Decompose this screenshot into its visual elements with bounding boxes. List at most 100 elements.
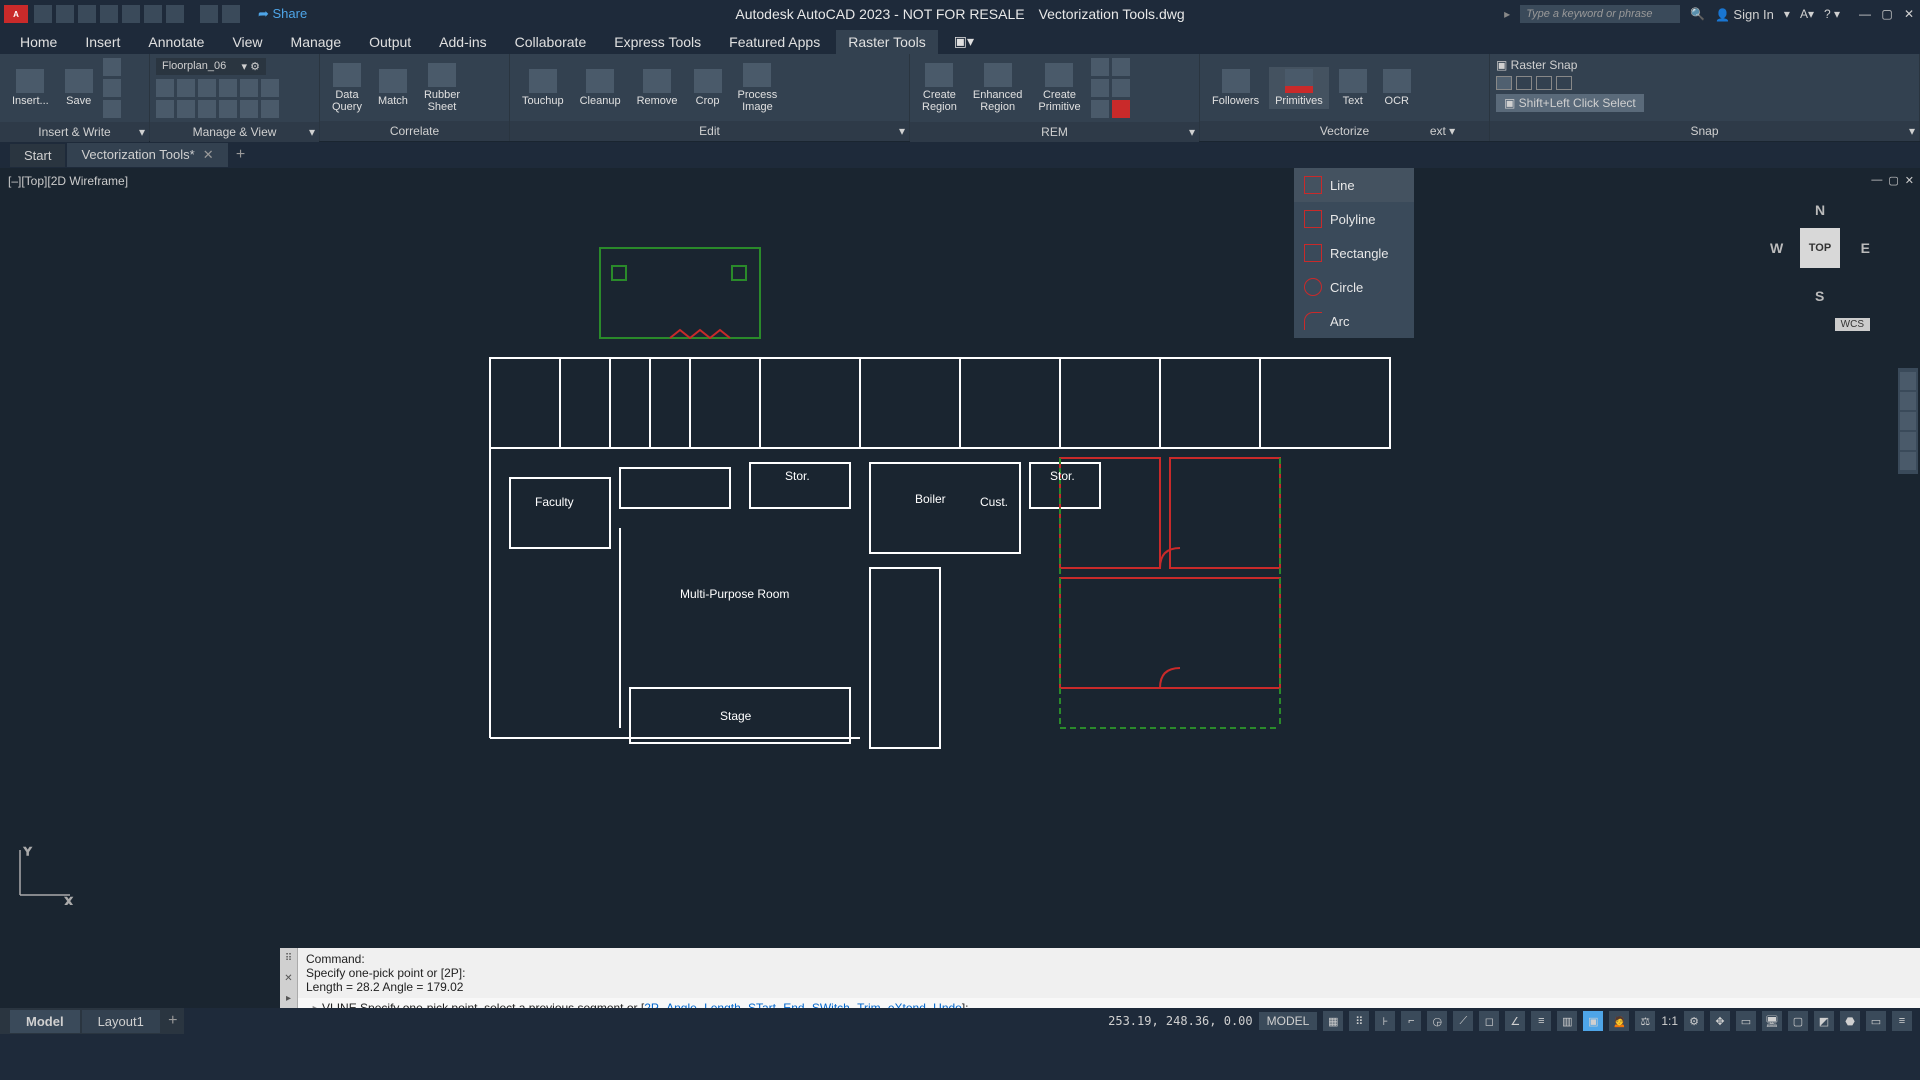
layout-model[interactable]: Model [10,1010,80,1033]
polar-icon[interactable]: ◶ [1427,1011,1447,1031]
mv-3[interactable] [198,79,216,97]
rem-s2[interactable] [1112,58,1130,76]
nav-fullnav-icon[interactable] [1900,372,1916,390]
panel-vectorize[interactable]: Vectorizeext ▾ [1200,121,1489,141]
mv-6[interactable] [261,79,279,97]
crop-button[interactable]: Crop [688,67,728,109]
cleanscreen-icon[interactable]: ▭ [1866,1011,1886,1031]
tab-add-button[interactable]: + [230,146,252,164]
ucs-icon[interactable]: Y X [10,845,80,908]
annomon-icon[interactable]: 🙍 [1609,1011,1629,1031]
iw-small-2[interactable] [103,79,121,97]
remove-button[interactable]: Remove [631,67,684,109]
snap-icon[interactable]: ⠿ [1349,1011,1369,1031]
nav-pan-icon[interactable] [1900,392,1916,410]
qat-new-icon[interactable] [34,5,52,23]
cmd-handle[interactable]: ⠿✕▸ [280,948,298,1008]
qat-saveas-icon[interactable] [100,5,118,23]
scale-display[interactable]: 1:1 [1661,1014,1678,1028]
rem-color-swatch[interactable] [1112,100,1130,118]
nav-orbit-icon[interactable] [1900,432,1916,450]
signin-button[interactable]: 👤 Sign In [1715,7,1774,22]
vp-close-icon[interactable]: ✕ [1905,174,1914,187]
transparency-icon[interactable]: ▥ [1557,1011,1577,1031]
search-input[interactable]: Type a keyword or phrase [1520,5,1680,23]
iw-small-1[interactable] [103,58,121,76]
qat-web-icon[interactable] [122,5,140,23]
gear-icon[interactable]: ⚙ [1684,1011,1704,1031]
customize-icon[interactable]: ≡ [1892,1011,1912,1031]
menu-raster-tools[interactable]: Raster Tools [836,30,938,54]
primitives-button[interactable]: Primitives [1269,67,1329,109]
iw-small-3[interactable] [103,100,121,118]
otrack-icon[interactable]: ∠ [1505,1011,1525,1031]
rubber-sheet-button[interactable]: Rubber Sheet [418,61,466,115]
menu-addins[interactable]: Add-ins [427,30,498,54]
close-button[interactable]: ✕ [1902,7,1916,21]
mv-11[interactable] [240,100,258,118]
navcube-s[interactable]: S [1815,288,1824,304]
qat-print-icon[interactable] [166,5,184,23]
layout-layout1[interactable]: Layout1 [82,1010,160,1033]
match-button[interactable]: Match [372,67,414,109]
snap-mode-4[interactable] [1556,76,1572,90]
vp-minimize-icon[interactable]: — [1871,174,1882,187]
qat-undo-icon[interactable] [200,5,218,23]
insert-button[interactable]: Insert... [6,67,55,109]
command-history[interactable]: Command: Specify one-pick point or [2P]:… [298,948,1920,998]
nav-zoom-icon[interactable] [1900,412,1916,430]
model-space-toggle[interactable]: MODEL [1259,1012,1318,1030]
qat-plot-icon[interactable] [144,5,162,23]
wcs-badge[interactable]: WCS [1835,318,1870,331]
create-primitive-button[interactable]: Create Primitive [1032,61,1086,115]
cleanup-button[interactable]: Cleanup [574,67,627,109]
search-icon[interactable]: 🔍 [1690,7,1705,21]
menu-express-tools[interactable]: Express Tools [602,30,713,54]
navcube-e[interactable]: E [1861,240,1870,256]
primitive-polyline[interactable]: Polyline [1294,202,1414,236]
mv-5[interactable] [240,79,258,97]
monitor-icon[interactable]: ▭ [1736,1011,1756,1031]
ortho-icon[interactable]: ⌐ [1401,1011,1421,1031]
iso-icon[interactable]: ⟋ [1453,1011,1473,1031]
text-button[interactable]: Text [1333,67,1373,109]
isolate-icon[interactable]: ◩ [1814,1011,1834,1031]
navcube-n[interactable]: N [1815,202,1825,218]
snap-mode-1[interactable] [1496,76,1512,90]
layer-combo[interactable]: Floorplan_06▾ ⚙ [156,58,266,75]
tab-close-icon[interactable]: ✕ [203,147,214,162]
app-icon[interactable]: A [4,5,28,23]
cart-icon[interactable]: ▾ [1784,7,1790,21]
rem-s4[interactable] [1112,79,1130,97]
minimize-button[interactable]: — [1858,7,1872,21]
mv-1[interactable] [156,79,174,97]
mv-2[interactable] [177,79,195,97]
shift-click-select[interactable]: ▣ Shift+Left Click Select [1496,94,1644,112]
touchup-button[interactable]: Touchup [516,67,570,109]
cmd-close-icon[interactable]: ✕ [284,973,292,984]
layout-add[interactable]: + [162,1012,184,1030]
primitive-line[interactable]: Line [1294,168,1414,202]
raster-snap-toggle[interactable]: ▣ Raster Snap [1496,58,1577,72]
grid-icon[interactable]: ▦ [1323,1011,1343,1031]
nav-showmotion-icon[interactable] [1900,452,1916,470]
mv-10[interactable] [219,100,237,118]
menu-view[interactable]: View [220,30,274,54]
tab-start[interactable]: Start [10,144,65,167]
ocr-button[interactable]: OCR [1377,67,1417,109]
menu-manage[interactable]: Manage [279,30,354,54]
mv-9[interactable] [198,100,216,118]
workspace-icon[interactable]: ✥ [1710,1011,1730,1031]
vp-maximize-icon[interactable]: ▢ [1888,174,1898,187]
process-image-button[interactable]: Process Image [732,61,784,115]
primitive-circle[interactable]: Circle [1294,270,1414,304]
rem-s1[interactable] [1091,58,1109,76]
quickprops-icon[interactable]: ▢ [1788,1011,1808,1031]
menu-collaborate[interactable]: Collaborate [503,30,599,54]
qat-redo-icon[interactable] [222,5,240,23]
snap-mode-2[interactable] [1516,76,1532,90]
qat-open-icon[interactable] [56,5,74,23]
app-switcher-icon[interactable]: A▾ [1800,7,1814,21]
rem-s5[interactable] [1091,100,1109,118]
navcube-face[interactable]: TOP [1800,228,1840,268]
